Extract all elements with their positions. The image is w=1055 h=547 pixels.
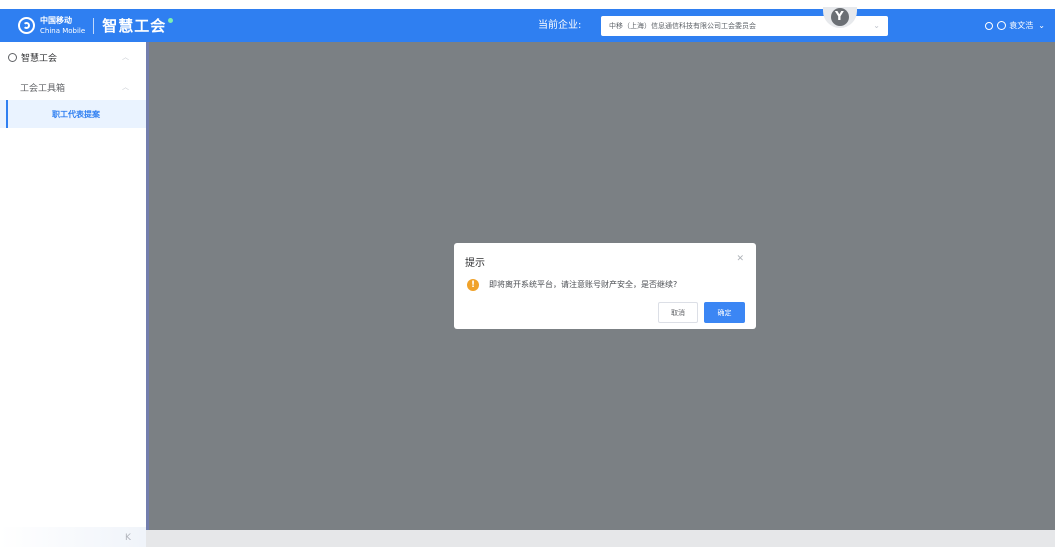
app-header: 中国移动 China Mobile 智慧工会 当前企业: 中移（上海）信息通信科… <box>0 7 1055 42</box>
union-icon <box>8 52 17 62</box>
sidebar-leaf-label: 职工代表提案 <box>52 109 100 119</box>
brand-line2: China Mobile <box>40 26 86 35</box>
chevron-up-icon: ︿ <box>122 83 129 91</box>
sidebar-group-label: 工会工具箱 <box>20 83 66 94</box>
chevron-up-icon: ︿ <box>122 53 129 61</box>
circle-icon[interactable] <box>985 21 994 30</box>
sidebar-root-label: 智慧工会 <box>21 53 58 64</box>
confirm-dialog: 提示 ✕ ! 即将离开系统平台，请注意账号财产安全，是否继续? 取消 确定 <box>454 243 756 329</box>
active-indicator <box>6 100 8 128</box>
brand[interactable]: 中国移动 China Mobile 智慧工会 <box>18 9 174 42</box>
warning-icon: ! <box>467 279 479 291</box>
overlay-edge <box>146 42 149 530</box>
dialog-message: 即将离开系统平台，请注意账号财产安全，是否继续? <box>489 280 678 289</box>
company-select-value: 中移（上海）信息通信科技有限公司工会委员会 <box>609 22 756 30</box>
user-menu[interactable]: 袁文浩 ⌄ <box>985 9 1045 42</box>
badge-emblem-icon <box>831 8 849 26</box>
confirm-button[interactable]: 确定 <box>704 302 745 323</box>
china-mobile-logo-icon <box>18 17 35 34</box>
product-name: 智慧工会 <box>102 17 167 35</box>
collapse-sidebar-icon[interactable]: K <box>125 533 131 543</box>
sparkle-icon <box>168 18 174 23</box>
chevron-down-icon: ⌄ <box>1038 21 1045 30</box>
chevron-down-icon: ⌄ <box>873 21 880 30</box>
sidebar-item-toolbox[interactable]: 工会工具箱 ︿ <box>0 72 146 102</box>
bottom-bar <box>146 530 1055 547</box>
brand-divider <box>93 17 95 34</box>
brand-line1: 中国移动 <box>40 15 72 25</box>
top-strip <box>0 0 1055 9</box>
sidebar-item-root[interactable]: 智慧工会 ︿ <box>0 42 146 72</box>
close-icon[interactable]: ✕ <box>736 254 744 264</box>
cancel-button[interactable]: 取消 <box>658 302 698 323</box>
china-mobile-wordmark: 中国移动 China Mobile <box>40 16 85 36</box>
sidebar-item-proposal[interactable]: 职工代表提案 <box>0 100 146 128</box>
dialog-title: 提示 <box>465 258 485 269</box>
company-label: 当前企业: <box>538 20 582 31</box>
user-name: 袁文浩 <box>1009 21 1034 30</box>
user-avatar-icon <box>997 21 1007 30</box>
sidebar: 智慧工会 ︿ 工会工具箱 ︿ 职工代表提案 K <box>0 42 146 547</box>
